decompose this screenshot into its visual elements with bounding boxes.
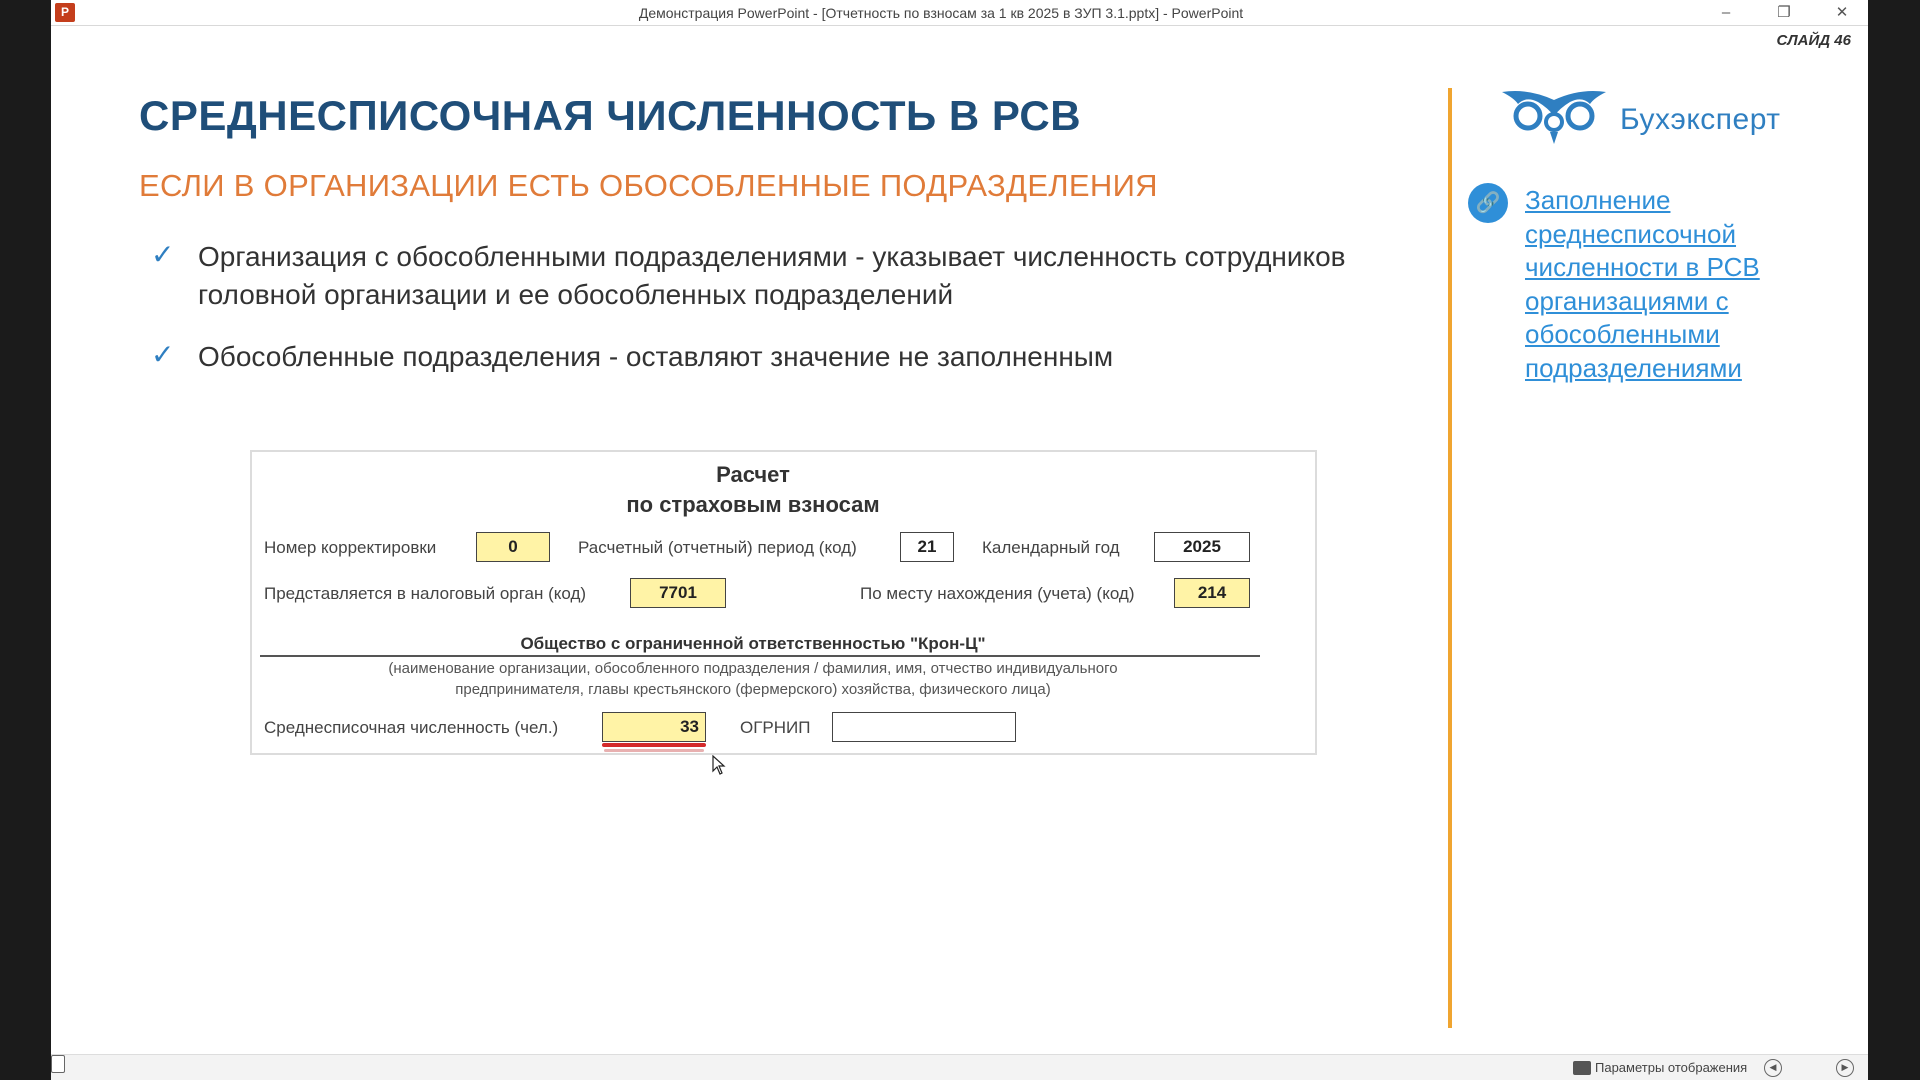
headcount-label: Среднесписочная численность (чел.) xyxy=(264,718,559,737)
restore-button[interactable]: ❐ xyxy=(1761,0,1807,26)
left-screen-border xyxy=(0,0,51,1080)
link-line[interactable]: среднесписочной xyxy=(1525,218,1785,252)
period-field: 21 xyxy=(900,532,954,562)
status-bar: Параметры отображения ◀ ▶ xyxy=(51,1054,1868,1080)
link-icon[interactable]: 🔗 xyxy=(1468,183,1508,223)
correction-field: 0 xyxy=(476,532,550,562)
vertical-divider xyxy=(1448,88,1452,1028)
right-screen-border xyxy=(1868,0,1920,1080)
bullet-text: Обособленные подразделения - оставляют з… xyxy=(198,341,1114,372)
window-title: Демонстрация PowerPoint - [Отчетность по… xyxy=(638,5,1244,21)
bullet-item: ✓ Организация с обособленными подразделе… xyxy=(151,238,1451,318)
ogrnip-label: ОГРНИП xyxy=(740,718,811,737)
location-label: По месту нахождения (учета) (код) xyxy=(860,584,1135,603)
link-line[interactable]: обособленными xyxy=(1525,318,1785,352)
link-line[interactable]: подразделениями xyxy=(1525,352,1785,386)
previous-slide-icon[interactable]: ◀ xyxy=(1764,1059,1782,1077)
rsv-form-screenshot: Расчет по страховым взносам Номер коррек… xyxy=(250,450,1317,755)
organization-hint: предпринимателя, главы крестьянского (фе… xyxy=(455,681,1051,698)
tax-organ-label: Представляется в налоговый орган (код) xyxy=(264,584,587,603)
organization-name: Общество с ограниченной ответственностью… xyxy=(520,634,986,653)
ogrnip-field xyxy=(832,712,1016,742)
organization-underline xyxy=(260,655,1260,657)
title-bar: P Демонстрация PowerPoint - [Отчетность … xyxy=(51,0,1868,26)
headcount-highlight-underline xyxy=(602,743,706,747)
location-field: 214 xyxy=(1174,578,1250,608)
year-field: 2025 xyxy=(1154,532,1250,562)
minimize-button[interactable]: – xyxy=(1703,0,1749,26)
display-settings-button[interactable]: Параметры отображения xyxy=(1595,1060,1747,1075)
owl-logo-icon xyxy=(1502,91,1606,144)
bullet-text: Организация с обособленными подразделени… xyxy=(198,241,1346,310)
display-settings-icon[interactable] xyxy=(1573,1061,1591,1075)
slide-menu-icon[interactable] xyxy=(51,1055,65,1073)
year-label: Календарный год xyxy=(982,538,1120,557)
related-article-link[interactable]: Заполнение среднесписочной численности в… xyxy=(1525,184,1785,385)
check-icon: ✓ xyxy=(151,339,175,370)
tax-organ-field: 7701 xyxy=(630,578,726,608)
period-label: Расчетный (отчетный) период (код) xyxy=(578,538,857,557)
mouse-cursor-icon xyxy=(712,755,726,775)
correction-label: Номер корректировки xyxy=(264,538,437,557)
organization-hint: (наименование организации, обособленного… xyxy=(388,660,1118,677)
slide-title: СРЕДНЕСПИСОЧНАЯ ЧИСЛЕННОСТЬ В РСВ xyxy=(139,92,1082,139)
link-line[interactable]: численности в РСВ xyxy=(1525,251,1785,285)
form-title: Расчет xyxy=(716,462,790,487)
powerpoint-window: P Демонстрация PowerPoint - [Отчетность … xyxy=(51,0,1868,1080)
headcount-underline-shadow xyxy=(604,749,704,752)
bullet-item: ✓ Обособленные подразделения - оставляют… xyxy=(151,338,1451,378)
link-line[interactable]: организациями с xyxy=(1525,285,1785,319)
next-slide-icon[interactable]: ▶ xyxy=(1836,1059,1854,1077)
slide-number: СЛАЙД 46 xyxy=(1776,32,1851,49)
headcount-field: 33 xyxy=(602,712,706,742)
brand-name: Бухэксперт xyxy=(1620,103,1781,136)
close-button[interactable]: ✕ xyxy=(1819,0,1865,26)
slide-subtitle: ЕСЛИ В ОРГАНИЗАЦИИ ЕСТЬ ОБОСОБЛЕННЫЕ ПОД… xyxy=(139,168,1158,203)
link-line[interactable]: Заполнение xyxy=(1525,184,1785,218)
check-icon: ✓ xyxy=(151,239,175,270)
form-subtitle: по страховым взносам xyxy=(626,492,880,517)
